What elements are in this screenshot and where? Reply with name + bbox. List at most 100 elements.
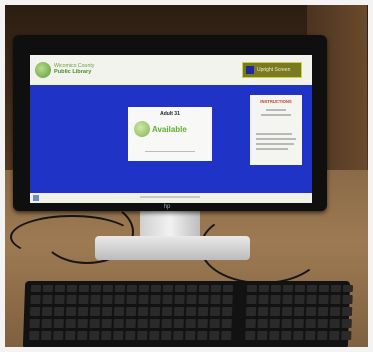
keyboard-key [197,331,208,340]
keyboard-key [101,319,112,328]
keyboard-key [269,331,280,340]
logo-line-2: Public Library [54,69,92,75]
keyboard-key [281,331,292,340]
keyboard-key [329,319,340,328]
keyboard-key [66,285,78,292]
library-logo-icon [35,62,51,78]
keyboard-key [29,307,41,316]
keyboard-key [77,319,88,328]
keyboard-key [113,307,125,316]
instructions-text-line [266,109,286,111]
keyboard-key [293,319,304,328]
keyboard-key [210,285,222,292]
screen-header: Wicomico County Public Library Upright S… [30,55,312,85]
keyboard-key [306,295,317,304]
keyboard-key [126,295,137,304]
upright-screen-button[interactable]: Upright Screen [242,62,302,78]
keyboard-key [197,319,208,328]
keyboard-key [341,331,352,340]
keyboard-key [137,331,148,340]
keyboard-key [197,307,209,316]
keyboard-key [54,295,65,304]
keyboard-key [245,319,256,328]
footer-icon[interactable] [33,195,39,201]
keyboard-key [318,295,329,304]
keyboard-key [294,285,306,292]
keyboard-key [342,285,354,292]
keyboard-key [137,307,149,316]
keyboard-key [185,331,196,340]
keyboard-key [53,307,65,316]
instructions-text-line [256,133,292,135]
keyboard-key [65,319,76,328]
keyboard-key [53,319,64,328]
keyboard-key [341,319,352,328]
keyboard-key [258,285,270,292]
keyboard-key [54,285,66,292]
keyboard-key [53,331,64,340]
keyboard-key [113,319,124,328]
library-badge-icon [134,121,150,137]
keyboard-key [41,307,53,316]
monitor-brand-logo: hp [163,204,171,210]
keyboard-key [305,307,317,316]
screen-square-icon [246,65,254,74]
keyboard-key [29,331,40,340]
keyboard-key [77,331,88,340]
keyboard-key [293,307,305,316]
instructions-title: INSTRUCTIONS [260,99,292,104]
keyboard-key [42,285,54,292]
library-logo-text: Wicomico County Public Library [54,63,94,75]
keyboard-key [89,331,100,340]
instructions-panel: INSTRUCTIONS [250,95,302,165]
status-available: Available [152,125,187,134]
keyboard-key [65,307,77,316]
keyboard-key [221,331,232,340]
keyboard-key [222,295,233,304]
keyboard-key [186,295,197,304]
instructions-text-line [256,143,294,145]
keyboard-key [162,285,174,292]
computer-status-card[interactable]: Adult 31 Available [128,107,212,161]
keyboard-key [222,285,234,292]
keyboard-key [257,331,268,340]
keyboard-key [305,319,316,328]
keyboard-key [102,285,114,292]
keyboard-key [149,331,160,340]
keyboard-key [282,285,294,292]
keyboard-key [78,285,90,292]
keyboard-key [42,295,53,304]
keyboard-key [306,285,318,292]
keyboard-key [341,307,353,316]
keyboard-key [30,285,42,292]
keyboard-key [102,295,113,304]
keyboard-key [198,285,210,292]
instructions-text-line [256,138,296,140]
keyboard-key [150,295,161,304]
keyboard-key [114,295,125,304]
keyboard-key [209,331,220,340]
keyboard-key [329,307,341,316]
keyboard-key [317,331,328,340]
card-subtext-line [128,151,212,152]
keyboard-key [246,295,257,304]
keyboard-key [209,319,220,328]
keyboard-key [246,285,258,292]
keyboard-key [269,319,280,328]
keyboard-key [257,319,268,328]
keyboard-key [89,307,101,316]
keyboard-key [221,307,233,316]
keyboard-key [114,285,126,292]
keyboard-key [198,295,209,304]
keyboard-key [294,295,305,304]
keyboard-key [137,319,148,328]
keyboard[interactable] [22,281,354,349]
keyboard-key [65,331,76,340]
keyboard-key [30,295,41,304]
screen-footer [30,193,312,203]
footer-text-line [140,196,200,198]
keyboard-key [161,319,172,328]
keyboard-key [29,319,40,328]
keyboard-key [281,307,293,316]
instructions-text-line [261,114,291,116]
